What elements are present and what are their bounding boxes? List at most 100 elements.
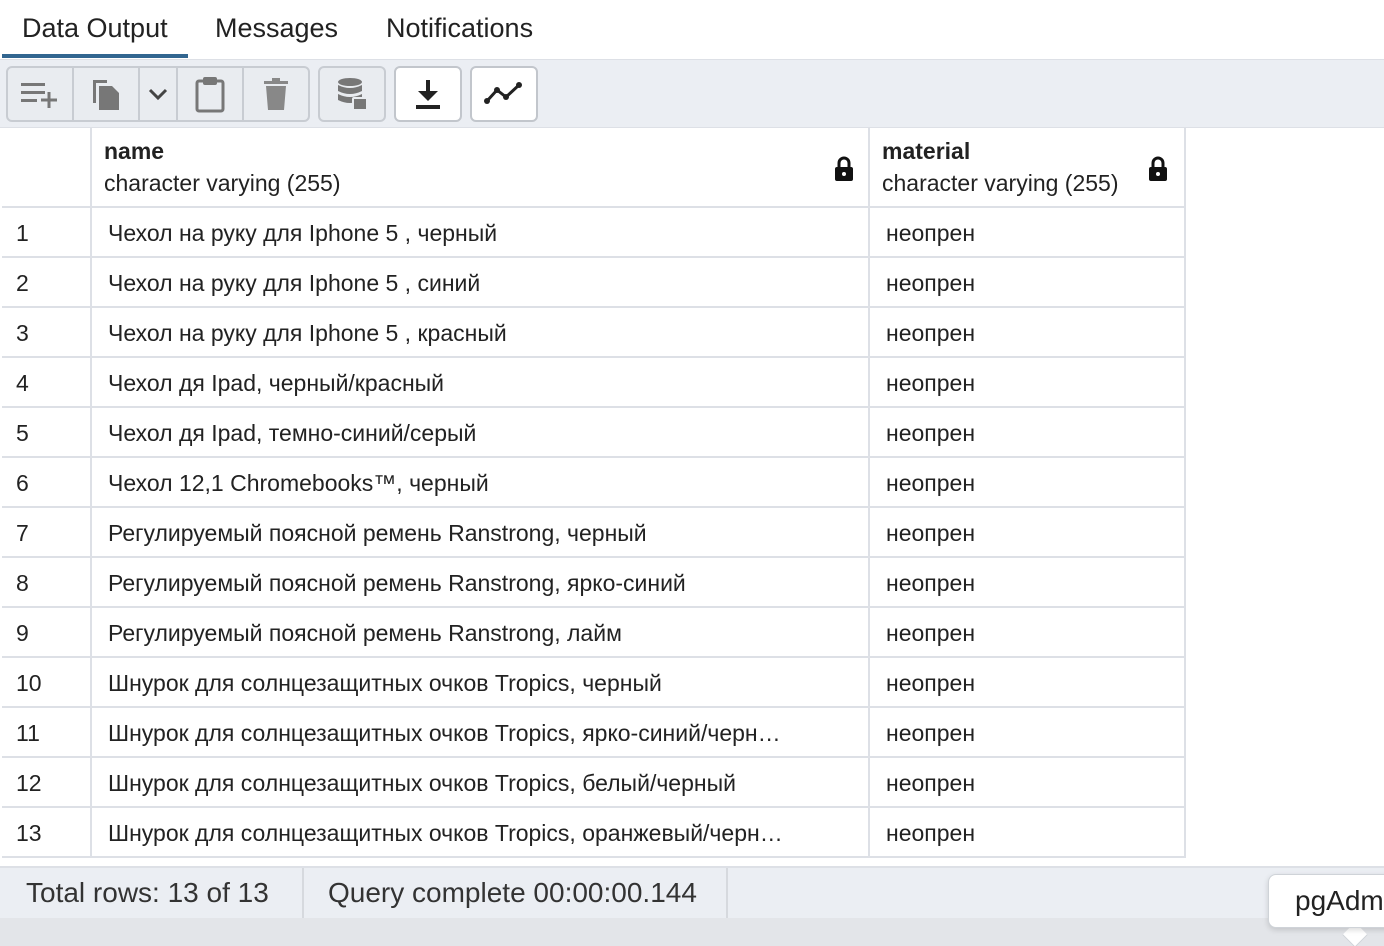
cell-name[interactable]: Чехол дя Ipad, черный/красный [92, 358, 870, 406]
cell-value: неопрен [886, 320, 976, 346]
cell-material[interactable]: неопрен [870, 708, 1186, 756]
row-number: 12 [16, 770, 42, 796]
row-number-cell[interactable]: 9 [2, 608, 92, 656]
copy-button[interactable] [72, 66, 140, 122]
lock-icon [1149, 156, 1167, 181]
row-number-cell[interactable]: 3 [2, 308, 92, 356]
row-number-cell[interactable]: 5 [2, 408, 92, 456]
cell-value: Шнурок для солнцезащитных очков Tropics,… [108, 770, 736, 796]
save-data-icon [338, 78, 368, 111]
cell-material[interactable]: неопрен [870, 358, 1186, 406]
cell-name[interactable]: Регулируемый поясной ремень Ranstrong, л… [92, 608, 870, 656]
cell-name[interactable]: Шнурок для солнцезащитных очков Tropics,… [92, 658, 870, 706]
row-number-header[interactable] [2, 128, 92, 206]
column-name: name [104, 138, 165, 164]
cell-name[interactable]: Шнурок для солнцезащитных очков Tropics,… [92, 758, 870, 806]
cell-name[interactable]: Шнурок для солнцезащитных очков Tropics,… [92, 808, 870, 856]
column-header-material[interactable]: material character varying (255) [870, 128, 1186, 206]
cell-material[interactable]: неопрен [870, 458, 1186, 506]
cell-material[interactable]: неопрен [870, 808, 1186, 856]
cell-value: неопрен [886, 470, 976, 496]
cell-name[interactable]: Регулируемый поясной ремень Ranstrong, я… [92, 558, 870, 606]
table-row[interactable]: 5 Чехол дя Ipad, темно-синий/серый неопрен [2, 408, 1186, 458]
row-number-cell[interactable]: 6 [2, 458, 92, 506]
table-row[interactable]: 1 Чехол на руку для Iphone 5 , черный неоп… [2, 208, 1186, 258]
add-row-icon [21, 83, 57, 108]
table-row[interactable]: 7 Регулируемый поясной ремень Ranstrong, … [2, 508, 1186, 558]
row-number: 8 [16, 570, 29, 596]
row-number-cell[interactable]: 2 [2, 258, 92, 306]
save-data-button[interactable] [318, 66, 386, 122]
download-button[interactable] [394, 66, 462, 122]
table-row[interactable]: 2 Чехол на руку для Iphone 5 , синий неопр… [2, 258, 1186, 308]
cell-name[interactable]: Чехол дя Ipad, темно-синий/серый [92, 408, 870, 456]
pgadmin-tooltip: pgAdm [1268, 874, 1384, 928]
chevron-down-icon [148, 88, 168, 101]
row-number-cell[interactable]: 8 [2, 558, 92, 606]
cell-material[interactable]: неопрен [870, 208, 1186, 256]
row-number: 6 [16, 470, 29, 496]
table-row[interactable]: 11 Шнурок для солнцезащитных очков Tropic… [2, 708, 1186, 758]
column-type: character varying (255) [882, 170, 1119, 196]
column-name: material [882, 138, 971, 164]
cell-material[interactable]: неопрен [870, 308, 1186, 356]
cell-material[interactable]: неопрен [870, 758, 1186, 806]
row-number-cell[interactable]: 1 [2, 208, 92, 256]
cell-name[interactable]: Чехол на руку для Iphone 5 , синий [92, 258, 870, 306]
row-number: 5 [16, 420, 29, 446]
row-number: 1 [16, 220, 29, 246]
cell-material[interactable]: неопрен [870, 558, 1186, 606]
cell-value: Чехол дя Ipad, черный/красный [108, 370, 445, 396]
cell-name[interactable]: Чехол 12,1 Chromebooks™, черный [92, 458, 870, 506]
paste-icon [195, 77, 225, 113]
cell-value: неопрен [886, 570, 976, 596]
paste-button[interactable] [176, 66, 244, 122]
cell-value: Шнурок для солнцезащитных очков Tropics,… [108, 720, 781, 746]
cell-name[interactable]: Чехол на руку для Iphone 5 , красный [92, 308, 870, 356]
row-number-cell[interactable]: 12 [2, 758, 92, 806]
cell-material[interactable]: неопрен [870, 408, 1186, 456]
status-bar: Total rows: 13 of 13 Query complete 00:0… [0, 866, 1384, 946]
delete-button[interactable] [242, 66, 310, 122]
cell-value: Чехол на руку для Iphone 5 , синий [108, 270, 481, 296]
row-number-cell[interactable]: 4 [2, 358, 92, 406]
row-number: 7 [16, 520, 29, 546]
add-row-button[interactable] [6, 66, 74, 122]
tab-notifications[interactable]: Notifications [366, 12, 553, 58]
row-number-cell[interactable]: 11 [2, 708, 92, 756]
cell-material[interactable]: неопрен [870, 258, 1186, 306]
copy-options-dropdown[interactable] [138, 66, 178, 122]
row-number-cell[interactable]: 10 [2, 658, 92, 706]
table-row[interactable]: 12 Шнурок для солнцезащитных очков Tropic… [2, 758, 1186, 808]
table-row[interactable]: 6 Чехол 12,1 Chromebooks™, черный неопрен [2, 458, 1186, 508]
cell-material[interactable]: неопрен [870, 608, 1186, 656]
cell-value: неопрен [886, 370, 976, 396]
table-row[interactable]: 4 Чехол дя Ipad, черный/красный неопрен [2, 358, 1186, 408]
graph-visualiser-button[interactable] [470, 66, 538, 122]
cell-value: неопрен [886, 820, 976, 846]
cell-value: Чехол на руку для Iphone 5 , черный [108, 220, 498, 246]
cell-material[interactable]: неопрен [870, 658, 1186, 706]
column-type: character varying (255) [104, 170, 341, 196]
tab-bar: Data Output Messages Notifications [0, 0, 1384, 60]
cell-name[interactable]: Чехол на руку для Iphone 5 , черный [92, 208, 870, 256]
cell-value: неопрен [886, 770, 976, 796]
table-row[interactable]: 9 Регулируемый поясной ремень Ranstrong, … [2, 608, 1186, 658]
table-row[interactable]: 10 Шнурок для солнцезащитных очков Tropic… [2, 658, 1186, 708]
column-header-name[interactable]: name character varying (255) [92, 128, 870, 206]
cell-value: Регулируемый поясной ремень Ranstrong, ч… [108, 520, 647, 546]
tab-messages[interactable]: Messages [195, 12, 358, 58]
row-number: 2 [16, 270, 29, 296]
table-row[interactable]: 13 Шнурок для солнцезащитных очков Tropic… [2, 808, 1186, 858]
cell-value: неопрен [886, 420, 976, 446]
row-number-cell[interactable]: 7 [2, 508, 92, 556]
cell-material[interactable]: неопрен [870, 508, 1186, 556]
cell-name[interactable]: Регулируемый поясной ремень Ranstrong, ч… [92, 508, 870, 556]
table-row[interactable]: 8 Регулируемый поясной ремень Ranstrong, … [2, 558, 1186, 608]
cell-name[interactable]: Шнурок для солнцезащитных очков Tropics,… [92, 708, 870, 756]
tab-data-output[interactable]: Data Output [2, 12, 188, 58]
row-number-cell[interactable]: 13 [2, 808, 92, 856]
row-number: 11 [16, 720, 40, 746]
cell-value: неопрен [886, 670, 976, 696]
table-row[interactable]: 3 Чехол на руку для Iphone 5 , красный нео… [2, 308, 1186, 358]
